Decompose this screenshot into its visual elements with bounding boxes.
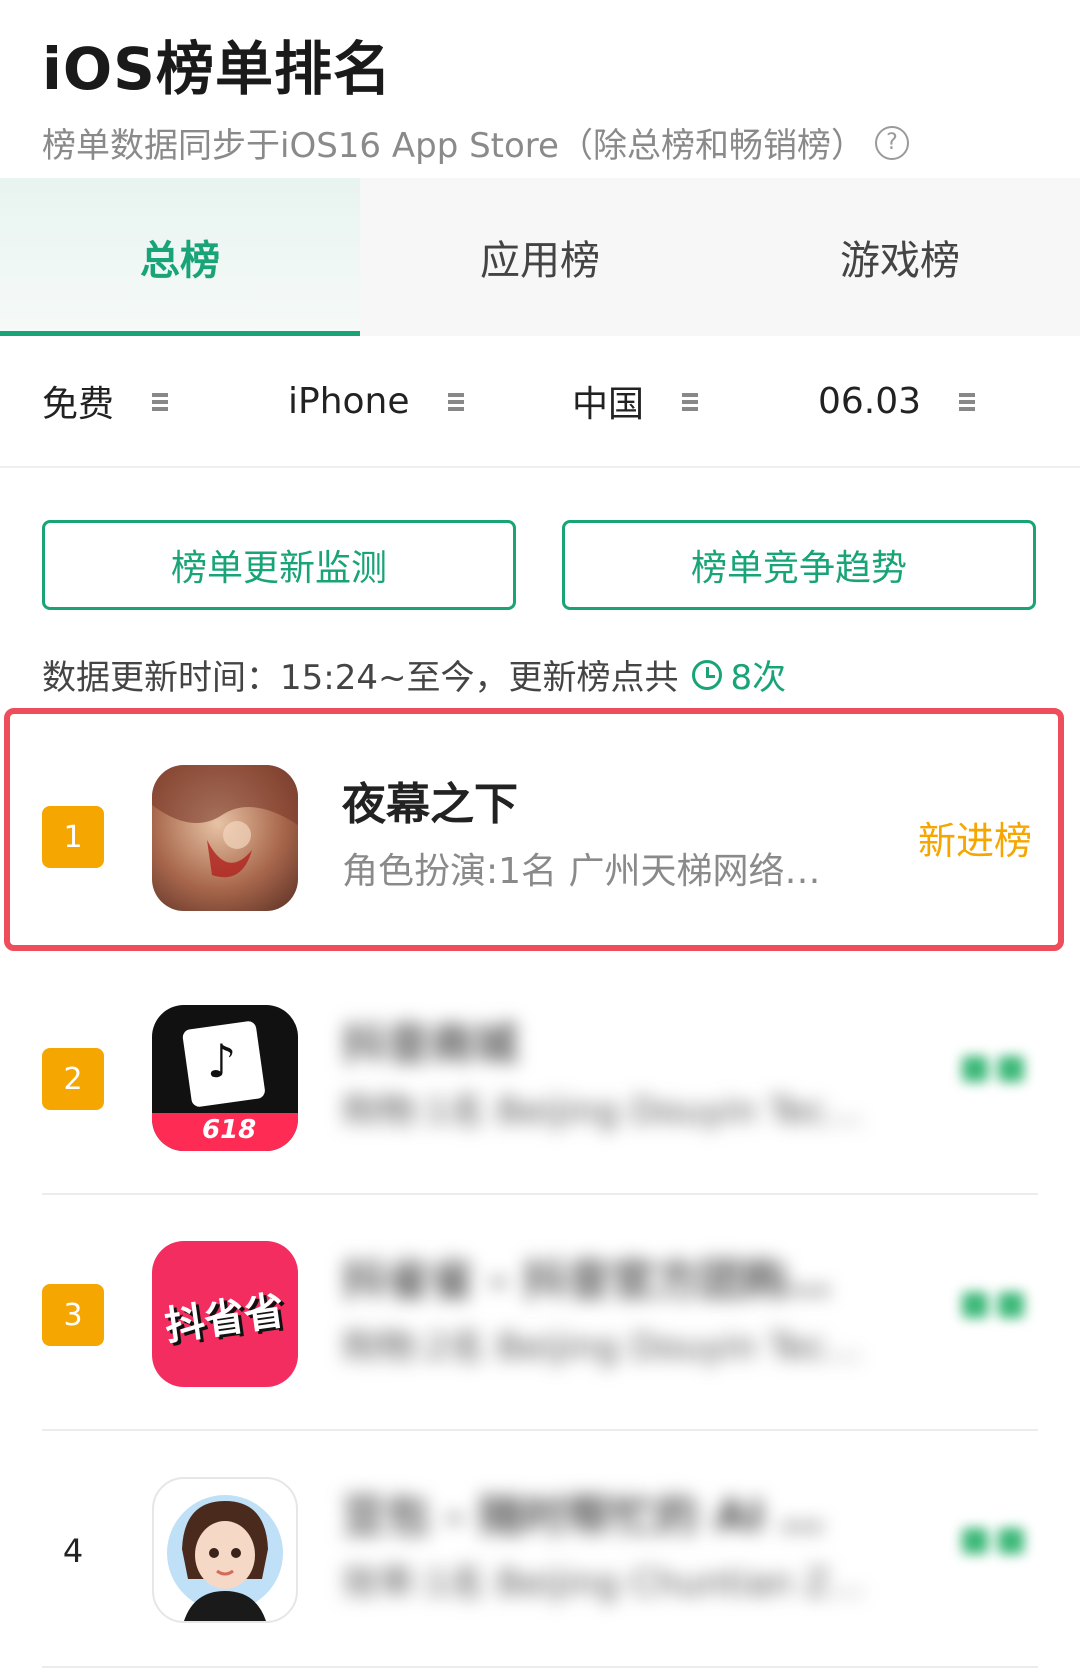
menu-icon bbox=[447, 391, 464, 411]
list-item[interactable]: 1 夜幕之下 角色扮演:1名 广州天梯网络… 新进榜 bbox=[0, 720, 1080, 940]
filter-date[interactable]: 06.03 bbox=[818, 380, 976, 422]
app-icon bbox=[152, 765, 298, 911]
filter-bar: 免费 iPhone 中国 06.03 bbox=[0, 336, 1080, 468]
app-name: 抖音商城 bbox=[342, 1019, 518, 1070]
clock-icon bbox=[692, 659, 723, 690]
subtitle-text: 榜单数据同步于iOS16 App Store（除总榜和畅销榜） bbox=[42, 126, 865, 166]
rank-badge: 2 bbox=[42, 1048, 104, 1110]
rank-badge: 1 bbox=[42, 806, 104, 868]
app-icon bbox=[152, 1477, 298, 1623]
page-title: iOS榜单排名 bbox=[42, 35, 392, 103]
update-info: 数据更新时间：15:24~至今，更新榜点共 8次 bbox=[42, 650, 786, 699]
update-time-text: 数据更新时间：15:24~至今，更新榜点共 bbox=[42, 658, 679, 698]
app-meta: 购物:1名 Beijing Douyin Tec… bbox=[342, 1091, 863, 1132]
divider bbox=[42, 1666, 1038, 1668]
app-meta: 角色扮演:1名 广州天梯网络… bbox=[342, 851, 821, 892]
rank-badge: 3 bbox=[42, 1284, 104, 1346]
menu-icon bbox=[959, 391, 976, 411]
app-icon: 抖省省 bbox=[152, 1241, 298, 1387]
list-item[interactable]: 2 ♪ 618 抖音商城 购物:1名 Beijing Douyin Tec… bbox=[0, 960, 1080, 1180]
page-subtitle: 榜单数据同步于iOS16 App Store（除总榜和畅销榜） ? bbox=[42, 118, 909, 167]
filter-price-label: 免费 bbox=[42, 384, 115, 425]
tab-games[interactable]: 游戏榜 bbox=[720, 178, 1080, 336]
trend-indicator bbox=[962, 1526, 1032, 1556]
app-meta: 效率:1名 Beijing Chuntian Z… bbox=[342, 1563, 866, 1604]
app-meta: 购物:2名 Beijing Douyin Tec… bbox=[342, 1327, 863, 1368]
monitor-button[interactable]: 榜单更新监测 bbox=[42, 520, 516, 610]
app-name: 豆包 - 随时帮忙的 AI … bbox=[342, 1491, 824, 1542]
trend-button[interactable]: 榜单竞争趋势 bbox=[562, 520, 1036, 610]
rank-badge: 4 bbox=[62, 1532, 84, 1570]
trend-indicator bbox=[962, 1054, 1032, 1084]
filter-region-label: 中国 bbox=[572, 384, 645, 425]
divider bbox=[42, 1429, 1038, 1431]
filter-device-label: iPhone bbox=[288, 380, 410, 422]
trend-indicator bbox=[962, 1290, 1032, 1320]
menu-icon bbox=[682, 391, 699, 411]
tab-apps[interactable]: 应用榜 bbox=[360, 178, 720, 336]
list-item[interactable]: 3 抖省省 抖省省 - 抖音官方团购… 购物:2名 Beijing Douyin… bbox=[0, 1196, 1080, 1416]
list-item[interactable]: 4 豆包 - 随时帮忙的 AI … 效率:1名 Beijing Chuntian… bbox=[0, 1432, 1080, 1652]
app-name: 抖省省 - 抖音官方团购… bbox=[342, 1255, 831, 1306]
new-entry-badge: 新进榜 bbox=[917, 819, 1032, 863]
svg-text:♪: ♪ bbox=[207, 1034, 236, 1088]
tab-bar: 总榜 应用榜 游戏榜 bbox=[0, 178, 1080, 336]
divider bbox=[42, 1193, 1038, 1195]
filter-region[interactable]: 中国 bbox=[572, 375, 699, 427]
help-icon[interactable]: ? bbox=[874, 125, 909, 160]
filter-date-label: 06.03 bbox=[818, 380, 922, 422]
update-count[interactable]: 8次 bbox=[730, 650, 786, 699]
tab-overall[interactable]: 总榜 bbox=[0, 178, 360, 336]
filter-device[interactable]: iPhone bbox=[288, 381, 464, 422]
app-icon: ♪ 618 bbox=[152, 1005, 298, 1151]
filter-price[interactable]: 免费 bbox=[42, 375, 169, 427]
app-name: 夜幕之下 bbox=[342, 779, 518, 830]
app-icon-label: 抖省省 bbox=[161, 1287, 288, 1351]
menu-icon bbox=[152, 391, 169, 411]
app-icon-label: 618 bbox=[202, 1115, 257, 1145]
